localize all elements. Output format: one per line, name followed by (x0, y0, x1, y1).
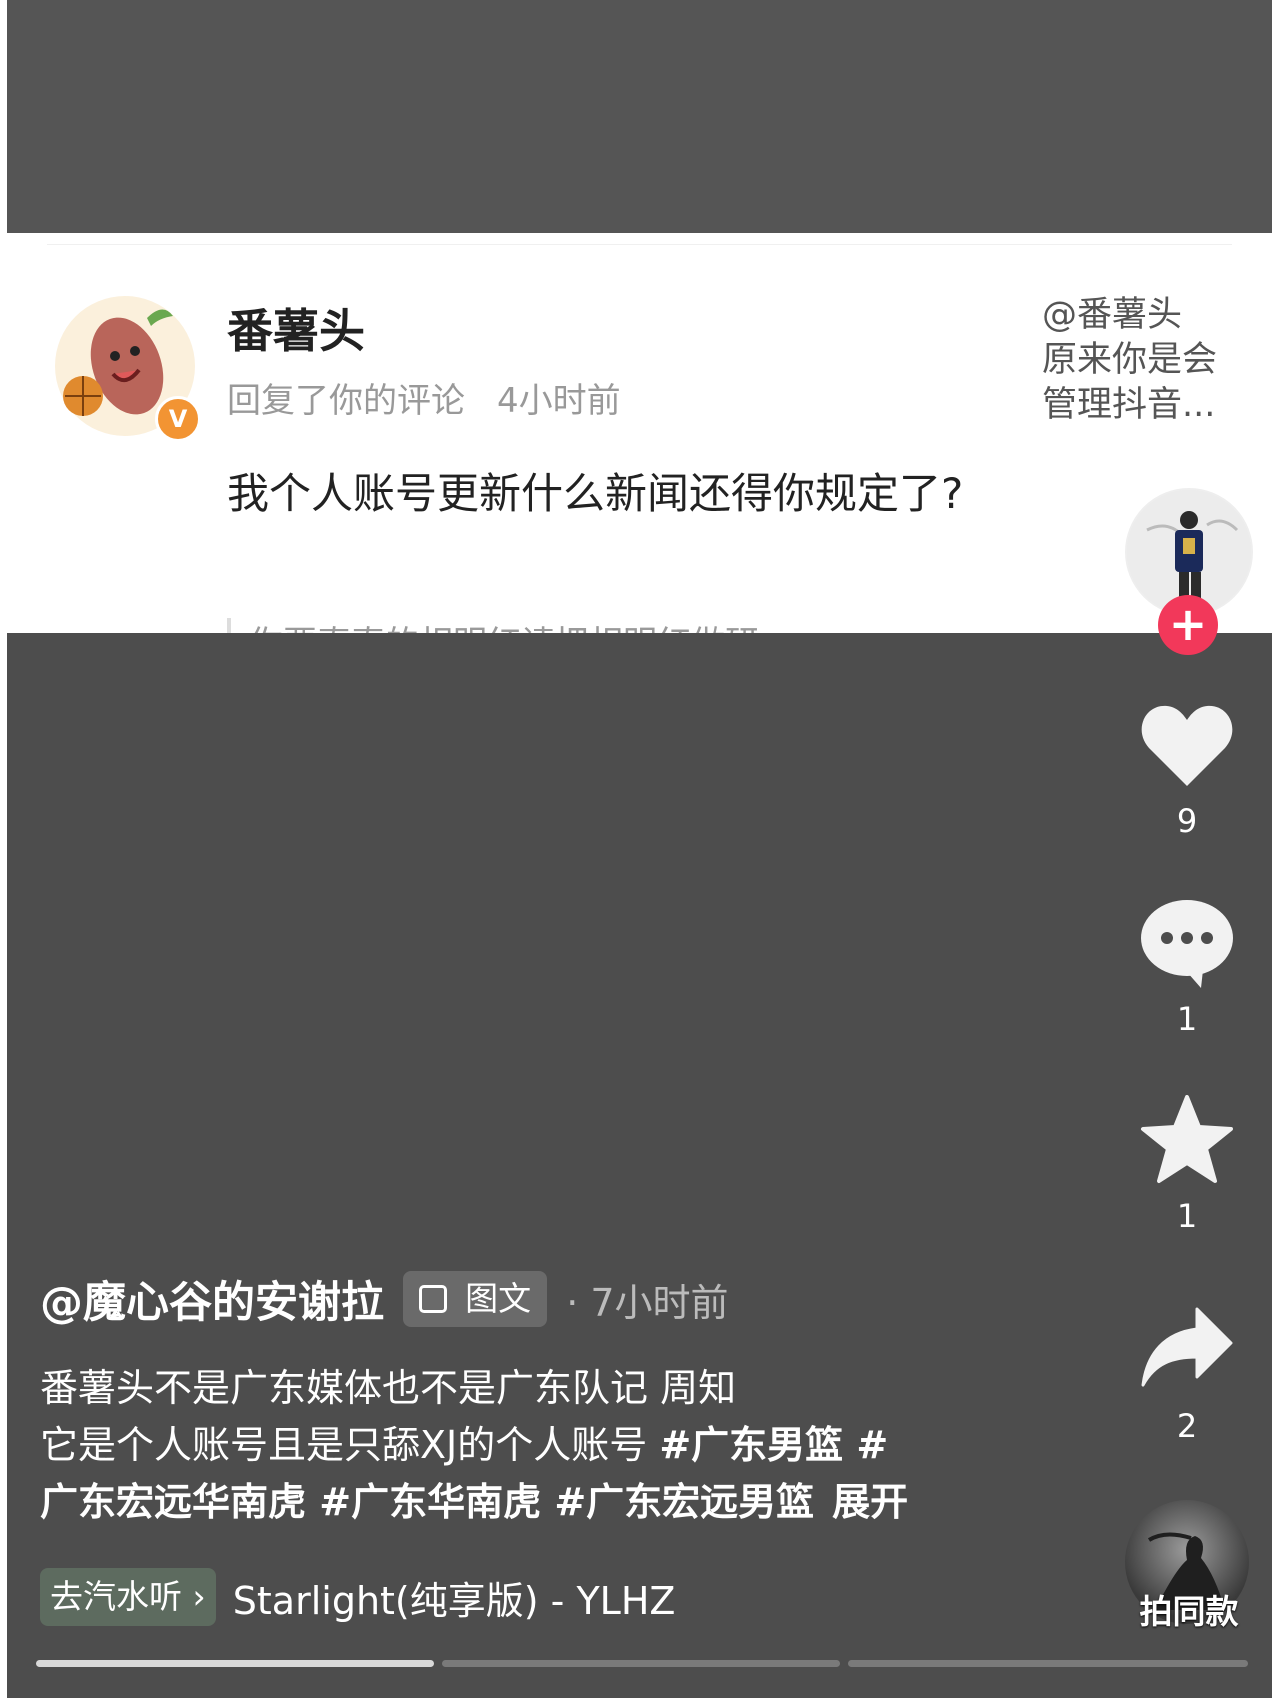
comment-card-image: V 番薯头 回复了你的评论 4小时前 我个人账号更新什么新闻还得你规定了? @番薯… (7, 233, 1272, 633)
heart-icon (1141, 705, 1233, 786)
post-screen: V 番薯头 回复了你的评论 4小时前 我个人账号更新什么新闻还得你规定了? @番薯… (7, 0, 1272, 1698)
gallery-progress-segment (848, 1660, 1248, 1667)
hashtag[interactable]: # (843, 1423, 888, 1467)
quoted-comment-text: 你要真真的相明红请把相明红做研 (249, 618, 931, 633)
comment-action: 回复了你的评论 (227, 381, 465, 421)
share-button[interactable]: 2 (1125, 1305, 1249, 1445)
commenter-avatar: V (55, 296, 201, 442)
like-count: 9 (1176, 802, 1198, 840)
desc-line: 它是个人账号且是只舔XJ的个人账号 #广东男篮 # (40, 1417, 1010, 1474)
favorite-count: 1 (1176, 1197, 1198, 1235)
quoted-comment-cut: 你要真真的相明红请把相明红做研 (227, 618, 931, 633)
comment-count: 1 (1176, 1000, 1198, 1038)
share-count: 2 (1176, 1407, 1198, 1445)
share-arrow-icon (1141, 1307, 1233, 1387)
reply-line: 管理抖音... (1042, 385, 1216, 425)
desc-line: 番薯头不是广东媒体也不是广东队记 周知 (40, 1366, 737, 1410)
top-area[interactable] (7, 0, 1272, 233)
desc-text: 它是个人账号且是只舔XJ的个人账号 (40, 1423, 660, 1467)
expand-button[interactable]: 展开 (832, 1480, 908, 1524)
gallery-progress-segment-active (36, 1660, 434, 1667)
comment-meta: 回复了你的评论 4小时前 (227, 373, 621, 422)
hashtag[interactable]: #广东男篮 (659, 1423, 843, 1467)
gallery-icon (419, 1285, 448, 1313)
hashtag[interactable]: 广东宏远华南虎 (40, 1480, 306, 1524)
post-type-chip: 图文 (403, 1271, 548, 1327)
hashtag[interactable]: #广东宏远男篮 (541, 1480, 814, 1524)
listen-in-app-button[interactable]: 去汽水听 › (40, 1568, 216, 1626)
hashtag[interactable]: #广东华南虎 (306, 1480, 541, 1524)
commenter-name: 番薯头 (227, 304, 365, 358)
post-type-label: 图文 (465, 1279, 532, 1318)
verified-badge-icon: V (155, 396, 201, 442)
like-button[interactable]: 9 (1125, 700, 1249, 840)
post-description[interactable]: 番薯头不是广东媒体也不是广东队记 周知 它是个人账号且是只舔XJ的个人账号 #广… (40, 1360, 1010, 1531)
comment-bubble-icon (1141, 900, 1233, 988)
favorite-button[interactable]: 1 (1125, 1095, 1249, 1235)
music-title[interactable]: Starlight(纯享版) - YLHZ (233, 1570, 733, 1625)
replied-comment-preview: @番薯头 原来你是会 管理抖音... (1042, 293, 1242, 428)
author-name[interactable]: @魔心谷的安谢拉 (40, 1278, 384, 1328)
post-time: · 7小时前 (566, 1280, 729, 1325)
music-row: 去汽水听 › Starlight(纯享版) - YLHZ (40, 1568, 733, 1628)
author-line: @魔心谷的安谢拉 图文 · 7小时前 (40, 1268, 729, 1328)
comment-button[interactable]: 1 (1125, 898, 1249, 1038)
follow-button[interactable]: + (1158, 595, 1218, 655)
desc-line: 广东宏远华南虎 #广东华南虎 #广东宏远男篮 展开 (40, 1474, 1010, 1531)
comment-time: 4小时前 (497, 381, 621, 421)
star-icon (1141, 1095, 1233, 1183)
reply-line: @番薯头 (1042, 295, 1183, 335)
gallery-progress-segment (442, 1660, 840, 1667)
card-divider (47, 244, 1232, 245)
same-style-label[interactable]: 拍同款 (1105, 1585, 1272, 1633)
comment-text: 我个人账号更新什么新闻还得你规定了? (227, 469, 964, 518)
reply-line: 原来你是会 (1042, 340, 1218, 380)
